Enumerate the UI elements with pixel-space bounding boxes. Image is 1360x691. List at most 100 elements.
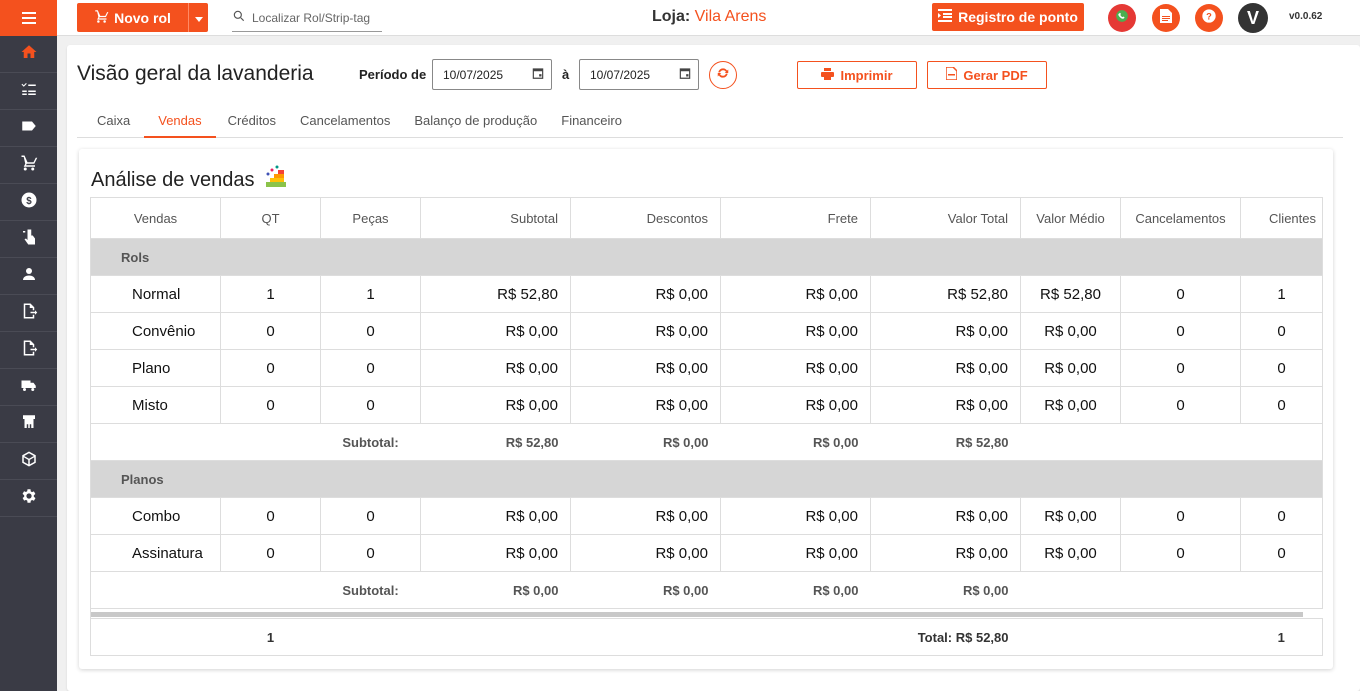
store-indicator: Loja: Vila Arens — [652, 8, 766, 26]
registro-ponto-label: Registro de ponto — [958, 9, 1078, 25]
whatsapp-icon — [1115, 9, 1129, 28]
sales-table: Vendas QT Peças Subtotal Descontos Frete… — [90, 197, 1323, 656]
col-descontos: Descontos — [570, 197, 721, 239]
novo-rol-label: Novo rol — [114, 9, 171, 26]
svg-text:$: $ — [26, 195, 32, 206]
subtotal-frete: R$ 0,00 — [720, 571, 871, 609]
avatar[interactable]: V — [1238, 3, 1268, 33]
row-descontos: R$ 0,00 — [570, 386, 721, 424]
pdf-icon — [945, 66, 959, 83]
sidebar-item-box[interactable] — [0, 443, 57, 480]
sidebar-item-settings[interactable] — [0, 480, 57, 517]
box-icon — [20, 450, 38, 473]
novo-rol-group: Novo rol — [77, 3, 208, 32]
row-subtotal: R$ 0,00 — [420, 312, 571, 350]
sidebar-item-home[interactable] — [0, 36, 57, 73]
sidebar-item-finance[interactable]: $ — [0, 184, 57, 221]
tab-financeiro[interactable]: Financeiro — [549, 108, 634, 138]
sidebar-item-delivery[interactable] — [0, 369, 57, 406]
date-from-input[interactable]: 10/07/2025 — [432, 59, 552, 90]
table-scrollbar-cell — [90, 608, 1323, 619]
sidebar-item-export-alt[interactable] — [0, 332, 57, 369]
subtotal-empty — [220, 571, 321, 609]
touch-icon — [20, 228, 38, 251]
refresh-icon — [716, 66, 730, 85]
row-valor-medio: R$ 0,00 — [1020, 312, 1121, 350]
col-valor-medio: Valor Médio — [1020, 197, 1121, 239]
tab-balanco-producao[interactable]: Balanço de produção — [402, 108, 549, 138]
subtotal-row: Subtotal: R$ 52,80 R$ 0,00 R$ 0,00 R$ 52,80 — [90, 423, 1323, 461]
subtotal-valor-total: R$ 52,80 — [870, 423, 1021, 461]
subtotal-empty — [1120, 571, 1241, 609]
row-pecas: 0 — [320, 534, 421, 572]
row-qt: 0 — [220, 497, 321, 535]
row-clientes: 0 — [1240, 497, 1323, 535]
section-title-text: Análise de vendas — [91, 168, 255, 191]
row-cancelamentos: 0 — [1120, 386, 1241, 424]
section-title: Análise de vendas — [91, 165, 288, 195]
sidebar-item-user[interactable] — [0, 258, 57, 295]
row-descontos: R$ 0,00 — [570, 275, 721, 313]
row-cancelamentos: 0 — [1120, 497, 1241, 535]
sidebar-item-laundry[interactable] — [0, 406, 57, 443]
menu-icon[interactable] — [0, 0, 57, 36]
row-clientes: 0 — [1240, 349, 1323, 387]
tag-icon — [20, 117, 38, 140]
document-button[interactable] — [1152, 4, 1180, 32]
table-body: Rols Normal 1 1 R$ 52,80 R$ 0,00 R$ 0,00 R$ 52,… — [90, 238, 1323, 656]
refresh-button[interactable] — [709, 61, 737, 89]
row-subtotal: R$ 0,00 — [420, 349, 571, 387]
total-empty — [720, 618, 871, 656]
tab-cancelamentos[interactable]: Cancelamentos — [288, 108, 402, 138]
calendar-icon — [678, 66, 692, 83]
imprimir-button[interactable]: Imprimir — [797, 61, 917, 89]
row-frete: R$ 0,00 — [720, 534, 871, 572]
row-valor-total: R$ 0,00 — [870, 534, 1021, 572]
group-name: Planos — [90, 460, 1323, 498]
clock-in-icon — [938, 9, 953, 25]
table-row: Normal 1 1 R$ 52,80 R$ 0,00 R$ 0,00 R$ 52,80 R$… — [90, 275, 1323, 313]
date-to-input[interactable]: 10/07/2025 — [579, 59, 699, 90]
tab-caixa[interactable]: Caixa — [77, 108, 144, 138]
subtotal-label: Subtotal: — [320, 423, 421, 461]
gear-icon — [20, 487, 38, 510]
row-clientes: 0 — [1240, 386, 1323, 424]
search-input[interactable]: Localizar Rol/Strip-tag — [232, 4, 382, 32]
date-to-value: 10/07/2025 — [590, 67, 651, 82]
dollar-icon: $ — [20, 191, 38, 214]
row-clientes: 0 — [1240, 312, 1323, 350]
calendar-icon — [531, 66, 545, 83]
row-descontos: R$ 0,00 — [570, 534, 721, 572]
sidebar-item-cart[interactable] — [0, 147, 57, 184]
sidebar-item-tag[interactable] — [0, 110, 57, 147]
total-row: 1 Total: R$ 52,80 1 — [90, 618, 1323, 656]
table-row: Misto 0 0 R$ 0,00 R$ 0,00 R$ 0,00 R$ 0,00 R$ 0,… — [90, 386, 1323, 424]
help-button[interactable]: ? — [1195, 4, 1223, 32]
sidebar-item-checklist[interactable] — [0, 73, 57, 110]
laundry-icon — [20, 413, 38, 436]
row-label: Convênio — [90, 312, 221, 350]
horizontal-scrollbar[interactable] — [91, 611, 1303, 617]
gerar-pdf-button[interactable]: Gerar PDF — [927, 61, 1047, 89]
subtotal-valor-total: R$ 0,00 — [870, 571, 1021, 609]
group-header-row: Planos — [90, 460, 1323, 498]
novo-rol-button[interactable]: Novo rol — [77, 3, 188, 32]
col-qt: QT — [220, 197, 321, 239]
registro-ponto-button[interactable]: Registro de ponto — [932, 3, 1084, 31]
sales-chart-icon — [264, 165, 288, 195]
tab-vendas[interactable]: Vendas — [144, 108, 216, 138]
cart-icon — [94, 9, 109, 27]
novo-rol-dropdown-button[interactable] — [188, 3, 208, 32]
whatsapp-button[interactable] — [1108, 4, 1136, 32]
row-descontos: R$ 0,00 — [570, 312, 721, 350]
tab-creditos[interactable]: Créditos — [216, 108, 288, 138]
row-subtotal: R$ 0,00 — [420, 386, 571, 424]
subtotal-row: Subtotal: R$ 0,00 R$ 0,00 R$ 0,00 R$ 0,00 — [90, 571, 1323, 609]
sidebar-item-touch[interactable] — [0, 221, 57, 258]
subtotal-empty — [1240, 571, 1323, 609]
row-clientes: 0 — [1240, 534, 1323, 572]
printer-icon — [821, 67, 835, 83]
sidebar-item-export[interactable] — [0, 295, 57, 332]
group-header-row: Rols — [90, 238, 1323, 276]
col-vendas: Vendas — [90, 197, 221, 239]
